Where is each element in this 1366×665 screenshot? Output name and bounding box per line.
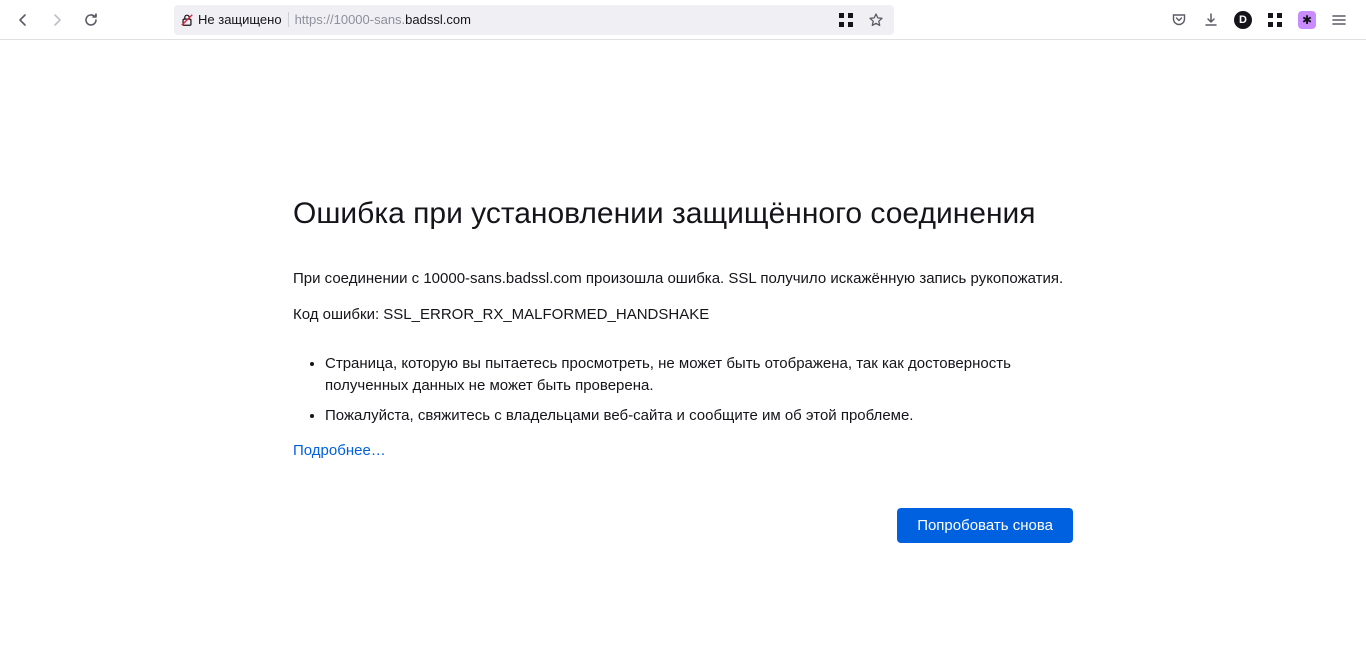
extension-snowflake-icon[interactable]: ✱ xyxy=(1292,5,1322,35)
page-content: Ошибка при установлении защищённого соед… xyxy=(0,40,1366,665)
security-label: Не защищено xyxy=(198,12,282,27)
browser-toolbar: Не защищено https://10000-sans.badssl.co… xyxy=(0,0,1366,40)
downloads-icon[interactable] xyxy=(1196,5,1226,35)
bookmark-star-icon[interactable] xyxy=(864,8,888,32)
reload-button[interactable] xyxy=(76,5,106,35)
list-item: Пожалуйста, свяжитесь с владельцами веб-… xyxy=(325,405,1073,427)
url-bar[interactable]: Не защищено https://10000-sans.badssl.co… xyxy=(174,5,894,35)
error-reasons-list: Страница, которую вы пытаетесь просмотре… xyxy=(293,353,1073,426)
security-indicator[interactable]: Не защищено xyxy=(180,12,289,27)
lock-warning-icon xyxy=(180,13,194,27)
app-menu-icon[interactable] xyxy=(1324,5,1354,35)
error-code: Код ошибки: SSL_ERROR_RX_MALFORMED_HANDS… xyxy=(293,305,1073,325)
error-description: При соединении с 10000-sans.badssl.com п… xyxy=(293,269,1073,289)
error-container: Ошибка при установлении защищённого соед… xyxy=(293,195,1073,543)
try-again-button[interactable]: Попробовать снова xyxy=(897,508,1073,543)
error-title: Ошибка при установлении защищённого соед… xyxy=(293,195,1073,233)
forward-button[interactable] xyxy=(42,5,72,35)
extension-d-icon[interactable]: D xyxy=(1228,5,1258,35)
pocket-icon[interactable] xyxy=(1164,5,1194,35)
learn-more-link[interactable]: Подробнее… xyxy=(293,442,386,459)
url-text: https://10000-sans.badssl.com xyxy=(295,12,828,27)
qr-icon[interactable] xyxy=(834,8,858,32)
extension-grid-icon[interactable] xyxy=(1260,5,1290,35)
back-button[interactable] xyxy=(8,5,38,35)
list-item: Страница, которую вы пытаетесь просмотре… xyxy=(325,353,1073,397)
